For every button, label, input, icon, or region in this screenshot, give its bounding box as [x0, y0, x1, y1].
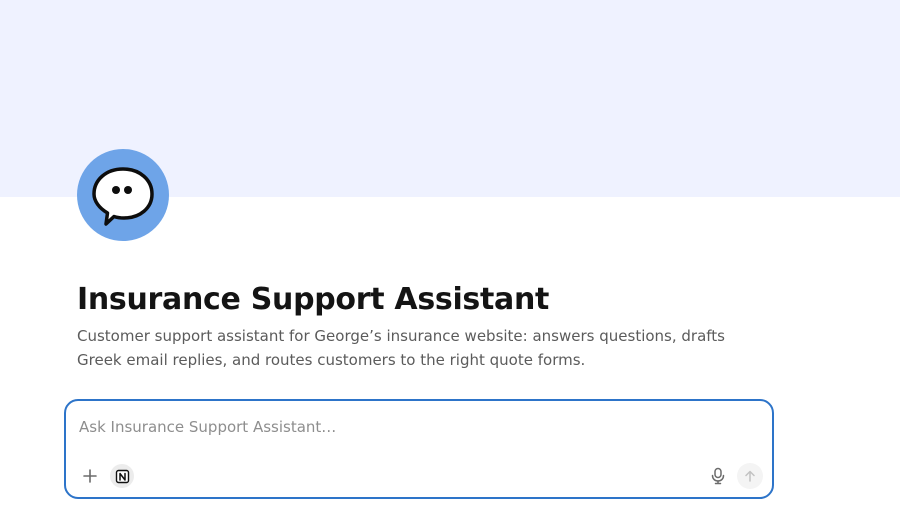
notion-icon: [115, 469, 129, 483]
chat-input[interactable]: [79, 415, 719, 439]
microphone-icon: [711, 467, 725, 485]
arrow-up-icon: [745, 470, 755, 482]
notion-connector-button[interactable]: [110, 464, 134, 488]
assistant-avatar: [77, 149, 169, 241]
add-attachment-button[interactable]: [78, 464, 102, 488]
chat-composer[interactable]: [64, 399, 774, 499]
page-description: Customer support assistant for George’s …: [77, 327, 725, 369]
voice-input-button[interactable]: [706, 464, 730, 488]
plus-icon: [83, 469, 97, 483]
page-title: Insurance Support Assistant: [77, 282, 550, 317]
send-button[interactable]: [737, 463, 763, 489]
speech-bubble-icon: [92, 167, 154, 226]
